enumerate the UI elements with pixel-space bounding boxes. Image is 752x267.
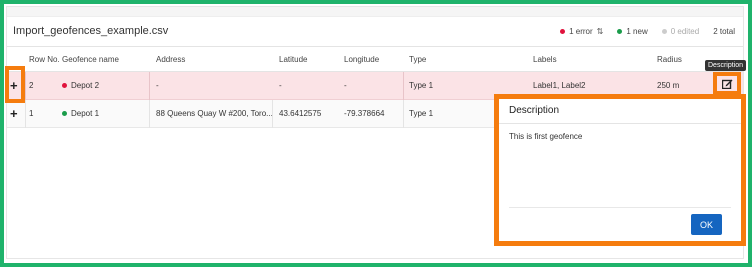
- col-address: Address: [156, 55, 186, 64]
- geofence-name: Depot 1: [71, 109, 100, 118]
- sort-icon[interactable]: ⇅: [597, 27, 604, 36]
- expand-highlight: [5, 66, 25, 103]
- col-longitude: Longitude: [344, 55, 380, 64]
- total-count: 2 total: [713, 27, 735, 36]
- col-latitude: Latitude: [279, 55, 308, 64]
- type-cell: Type 1: [409, 109, 434, 118]
- new-count-label: 1 new: [626, 27, 648, 36]
- col-radius: Radius: [657, 55, 682, 64]
- error-count[interactable]: 1 error ⇅: [560, 27, 603, 36]
- geofence-name-cell: Depot 2: [62, 72, 99, 100]
- row-divider: [25, 72, 26, 100]
- ok-button[interactable]: OK: [691, 214, 722, 235]
- new-status-icon: [62, 111, 67, 117]
- longitude-cell: -: [344, 81, 347, 90]
- col-type: Type: [409, 55, 427, 64]
- total-count-label: 2 total: [713, 27, 735, 36]
- new-count: 1 new: [617, 27, 648, 36]
- top-strip: [7, 7, 743, 17]
- longitude-cell: -79.378664: [344, 109, 385, 118]
- row-divider: [403, 100, 404, 128]
- row-divider: [149, 72, 150, 100]
- new-dot-icon: [617, 29, 623, 34]
- latitude-cell: 43.6412575: [279, 109, 322, 118]
- error-dot-icon: [560, 29, 566, 34]
- table-header: Row No. Geofence name Address Latitude L…: [7, 48, 743, 72]
- description-text[interactable]: This is first geofence: [509, 132, 582, 141]
- modal-divider: [499, 123, 741, 124]
- row-divider: [272, 100, 273, 128]
- geofence-name-cell: Depot 1: [62, 100, 99, 128]
- file-name: Import_geofences_example.csv: [13, 25, 169, 37]
- edited-dot-icon: [661, 29, 667, 34]
- col-geofence-name: Geofence name: [62, 55, 119, 64]
- row-divider: [25, 100, 26, 128]
- row-divider: [149, 100, 150, 128]
- expand-row-button[interactable]: +: [10, 100, 18, 128]
- modal-footer-divider: [509, 207, 731, 208]
- error-status-icon: [62, 83, 67, 89]
- row-divider: [403, 72, 404, 100]
- address-cell: -: [156, 81, 159, 90]
- edit-note-icon: [721, 79, 732, 89]
- edited-count-label: 0 edited: [670, 27, 700, 36]
- row-no-cell: 2: [29, 81, 34, 90]
- type-cell: Type 1: [409, 81, 434, 90]
- geofence-name: Depot 2: [71, 81, 100, 90]
- row-no-cell: 1: [29, 109, 34, 118]
- col-labels: Labels: [533, 55, 557, 64]
- description-button[interactable]: [719, 78, 735, 90]
- col-row-no: Row No.: [29, 55, 60, 64]
- description-tooltip: Description: [705, 60, 747, 71]
- modal-title: Description: [509, 105, 560, 116]
- edited-count: 0 edited: [661, 27, 700, 36]
- description-modal: Description This is first geofence OK: [494, 94, 746, 246]
- address-cell: 88 Queens Quay W #200, Toro...: [156, 109, 273, 118]
- panel-header: Import_geofences_example.csv 1 error ⇅ 1…: [7, 17, 743, 47]
- import-stats: 1 error ⇅ 1 new 0 edited 2 total: [546, 27, 735, 36]
- latitude-cell: -: [279, 81, 282, 90]
- error-count-label: 1 error: [569, 27, 593, 36]
